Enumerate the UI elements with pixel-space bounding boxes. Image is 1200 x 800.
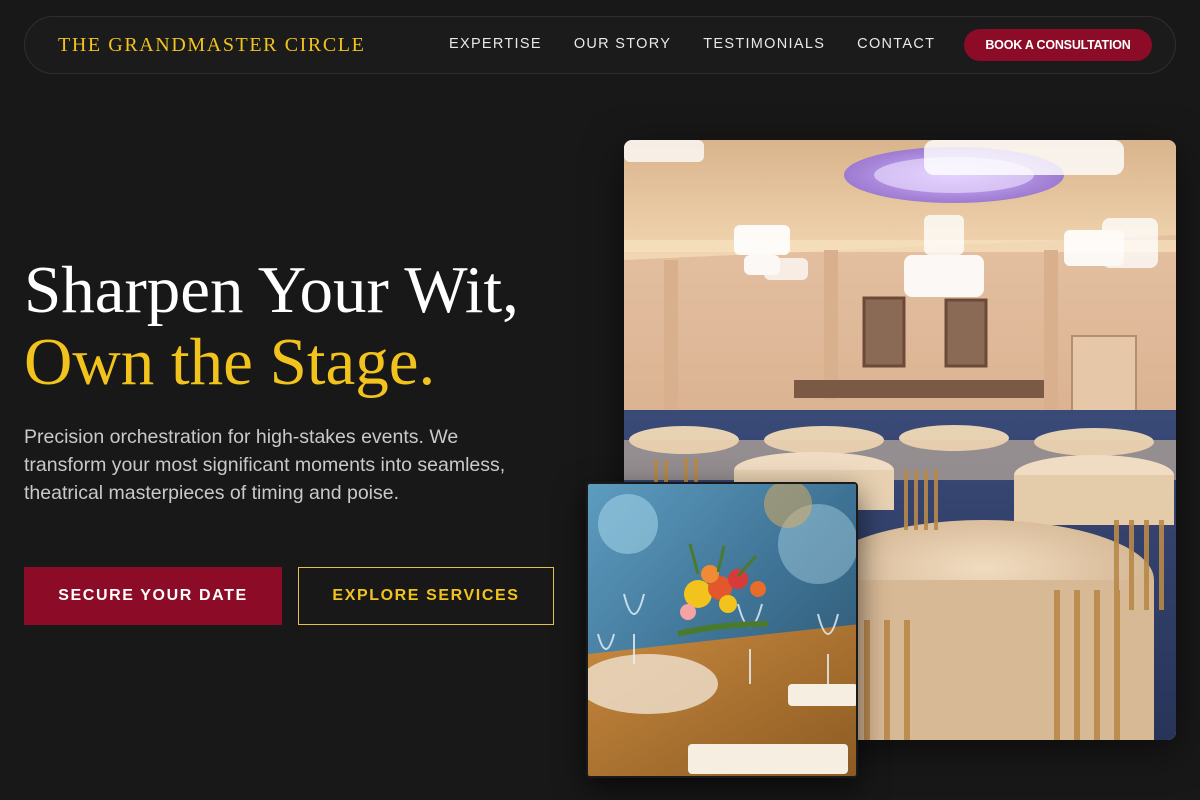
hero-subcopy: Precision orchestration for high-stakes … bbox=[24, 426, 506, 504]
top-navigation: THE GRANDMASTER CIRCLE EXPERTISE OUR STO… bbox=[24, 16, 1176, 74]
headline-line-1: Sharpen Your Wit, bbox=[24, 253, 519, 327]
explore-services-button[interactable]: EXPLORE SERVICES bbox=[298, 567, 554, 625]
brand-logo[interactable]: THE GRANDMASTER CIRCLE bbox=[58, 34, 365, 57]
nav-link-testimonials[interactable]: TESTIMONIALS bbox=[703, 36, 825, 52]
nav-link-expertise[interactable]: EXPERTISE bbox=[449, 36, 542, 52]
nav-link-our-story[interactable]: OUR STORY bbox=[574, 36, 671, 52]
nav-link-contact[interactable]: CONTACT bbox=[857, 36, 935, 52]
table-centerpiece-photo bbox=[586, 482, 858, 778]
book-consultation-button[interactable]: BOOK A CONSULTATION bbox=[964, 29, 1152, 61]
headline-line-2: Own the Stage. bbox=[24, 325, 436, 399]
hero-headline: Sharpen Your Wit, Own the Stage. bbox=[24, 254, 519, 398]
secure-your-date-button[interactable]: SECURE YOUR DATE bbox=[24, 567, 282, 625]
nav-links: EXPERTISE OUR STORY TESTIMONIALS CONTACT bbox=[449, 36, 967, 52]
